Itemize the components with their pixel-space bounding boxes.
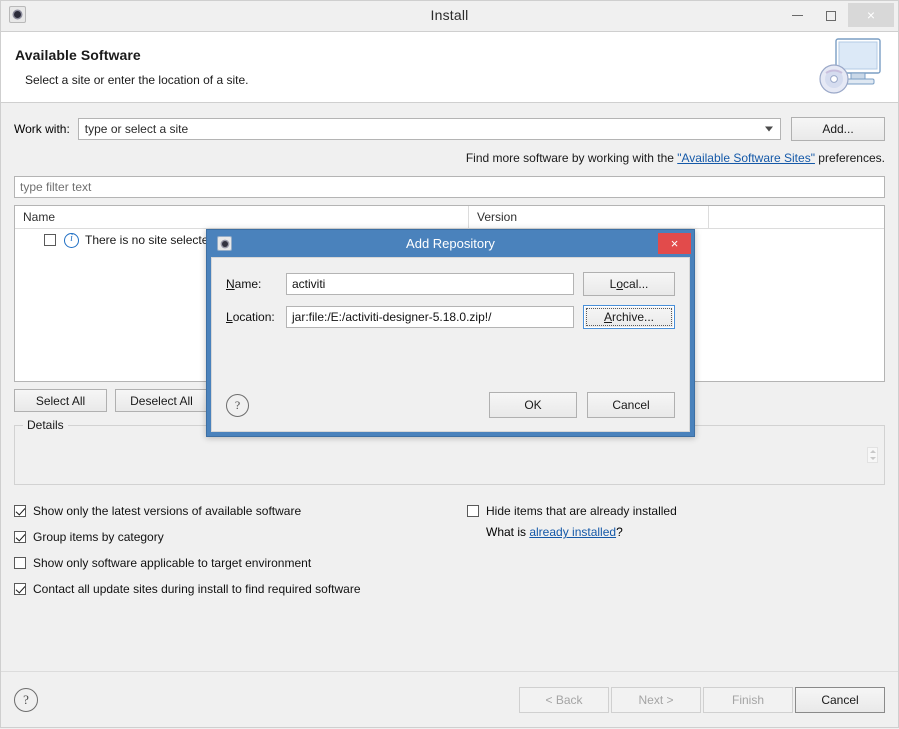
location-row: Location: jar:file:/E:/activiti-designer…	[226, 305, 675, 329]
name-label-mnemonic: N	[226, 277, 235, 291]
location-label: Location:	[226, 310, 286, 324]
dialog-help-icon[interactable]: ?	[226, 394, 249, 417]
location-label-rest: ocation:	[233, 310, 275, 324]
name-label-rest: ame:	[235, 277, 262, 291]
local-button-pre: L	[610, 277, 617, 291]
location-label-mnemonic: L	[226, 310, 233, 324]
name-row: Name: activiti Local...	[226, 272, 675, 296]
name-field[interactable]: activiti	[286, 273, 574, 295]
name-label: Name:	[226, 277, 286, 291]
archive-button[interactable]: Archive...	[583, 305, 675, 329]
dialog-titlebar: Add Repository ×	[207, 230, 694, 257]
local-button[interactable]: Local...	[583, 272, 675, 296]
add-repository-dialog: Add Repository × Name: activiti Local...…	[206, 229, 695, 437]
archive-button-post: rchive...	[612, 310, 654, 324]
location-field[interactable]: jar:file:/E:/activiti-designer-5.18.0.zi…	[286, 306, 574, 328]
dialog-button-bar: ? OK Cancel	[226, 392, 675, 418]
install-wizard-window: Install × Available Software Select a si…	[0, 0, 899, 728]
ok-button[interactable]: OK	[489, 392, 577, 418]
dialog-cancel-button[interactable]: Cancel	[587, 392, 675, 418]
dialog-body: Name: activiti Local... Location: jar:fi…	[211, 257, 690, 432]
local-button-post: cal...	[623, 277, 648, 291]
modal-overlay: Add Repository × Name: activiti Local...…	[1, 1, 899, 729]
dialog-action-buttons: OK Cancel	[489, 392, 675, 418]
archive-button-mnemonic: A	[604, 310, 612, 324]
local-button-mnemonic: o	[616, 277, 623, 291]
dialog-title: Add Repository	[207, 236, 694, 251]
